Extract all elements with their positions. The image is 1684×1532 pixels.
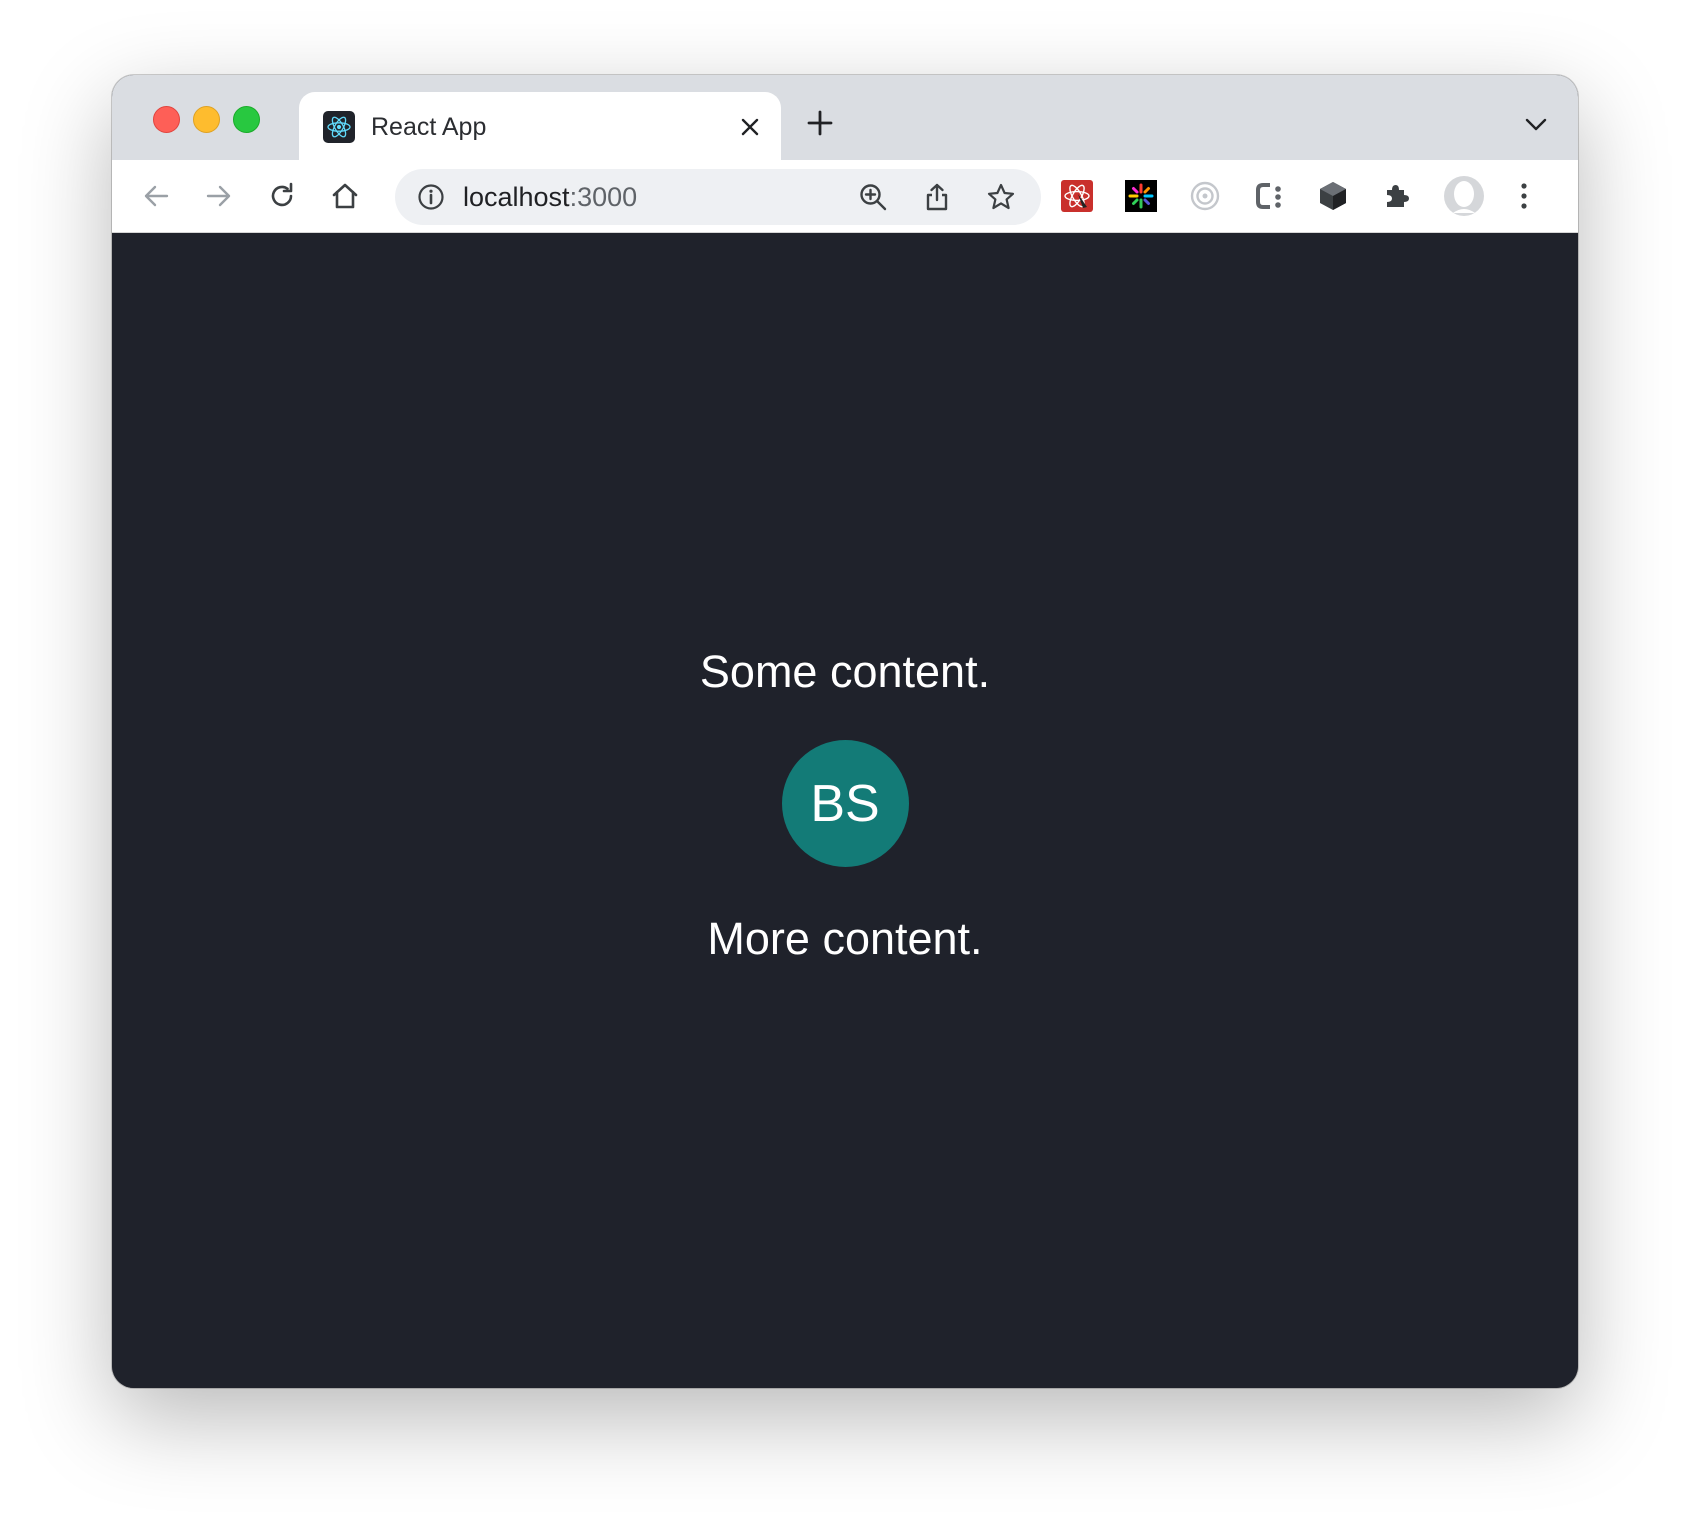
bottom-text: More content. xyxy=(707,913,983,964)
browser-toolbar: localhost:3000 xyxy=(112,160,1578,233)
title-bar: React App xyxy=(112,75,1578,160)
ci-extension-icon[interactable] xyxy=(1252,179,1286,213)
react-logo-icon xyxy=(323,111,355,143)
url-host: localhost xyxy=(463,182,570,212)
site-info-icon[interactable] xyxy=(415,181,447,213)
cube-extension-icon[interactable] xyxy=(1316,179,1350,213)
share-icon[interactable] xyxy=(919,179,955,215)
page-content: Some content. BS More content. xyxy=(112,233,1578,1388)
browser-window: React App localhost:3000 Some content. B… xyxy=(112,75,1578,1388)
tab-search-chevron-down-icon[interactable] xyxy=(1522,111,1550,139)
zoom-in-icon[interactable] xyxy=(855,179,891,215)
window-close-button[interactable] xyxy=(153,106,180,133)
content-stack: Some content. BS More content. xyxy=(112,646,1578,965)
tab-title: React App xyxy=(371,113,487,141)
bookmark-star-icon[interactable] xyxy=(983,179,1019,215)
forward-arrow-icon[interactable] xyxy=(201,178,237,214)
new-tab-plus-icon[interactable] xyxy=(802,105,838,141)
back-arrow-icon[interactable] xyxy=(138,178,174,214)
top-text: Some content. xyxy=(699,646,991,697)
puzzle-icon[interactable] xyxy=(1380,179,1414,213)
profile-avatar-icon[interactable] xyxy=(1443,175,1485,217)
window-maximize-button[interactable] xyxy=(233,106,260,133)
colorful-asterisk-extension-icon[interactable] xyxy=(1124,179,1158,213)
address-bar[interactable]: localhost:3000 xyxy=(395,169,1041,225)
avatar-initials: BS xyxy=(810,774,880,833)
kebab-menu-icon[interactable] xyxy=(1507,179,1541,213)
window-minimize-button[interactable] xyxy=(193,106,220,133)
home-icon[interactable] xyxy=(327,178,363,214)
tab-close-icon[interactable] xyxy=(733,110,767,144)
target-extension-icon[interactable] xyxy=(1188,179,1222,213)
url-port: :3000 xyxy=(569,182,638,212)
avatar: BS xyxy=(781,740,909,867)
address-url: localhost:3000 xyxy=(463,181,637,213)
reload-icon[interactable] xyxy=(264,178,300,214)
react-devtools-icon[interactable] xyxy=(1060,179,1094,213)
browser-tab-active[interactable]: React App xyxy=(299,92,781,160)
